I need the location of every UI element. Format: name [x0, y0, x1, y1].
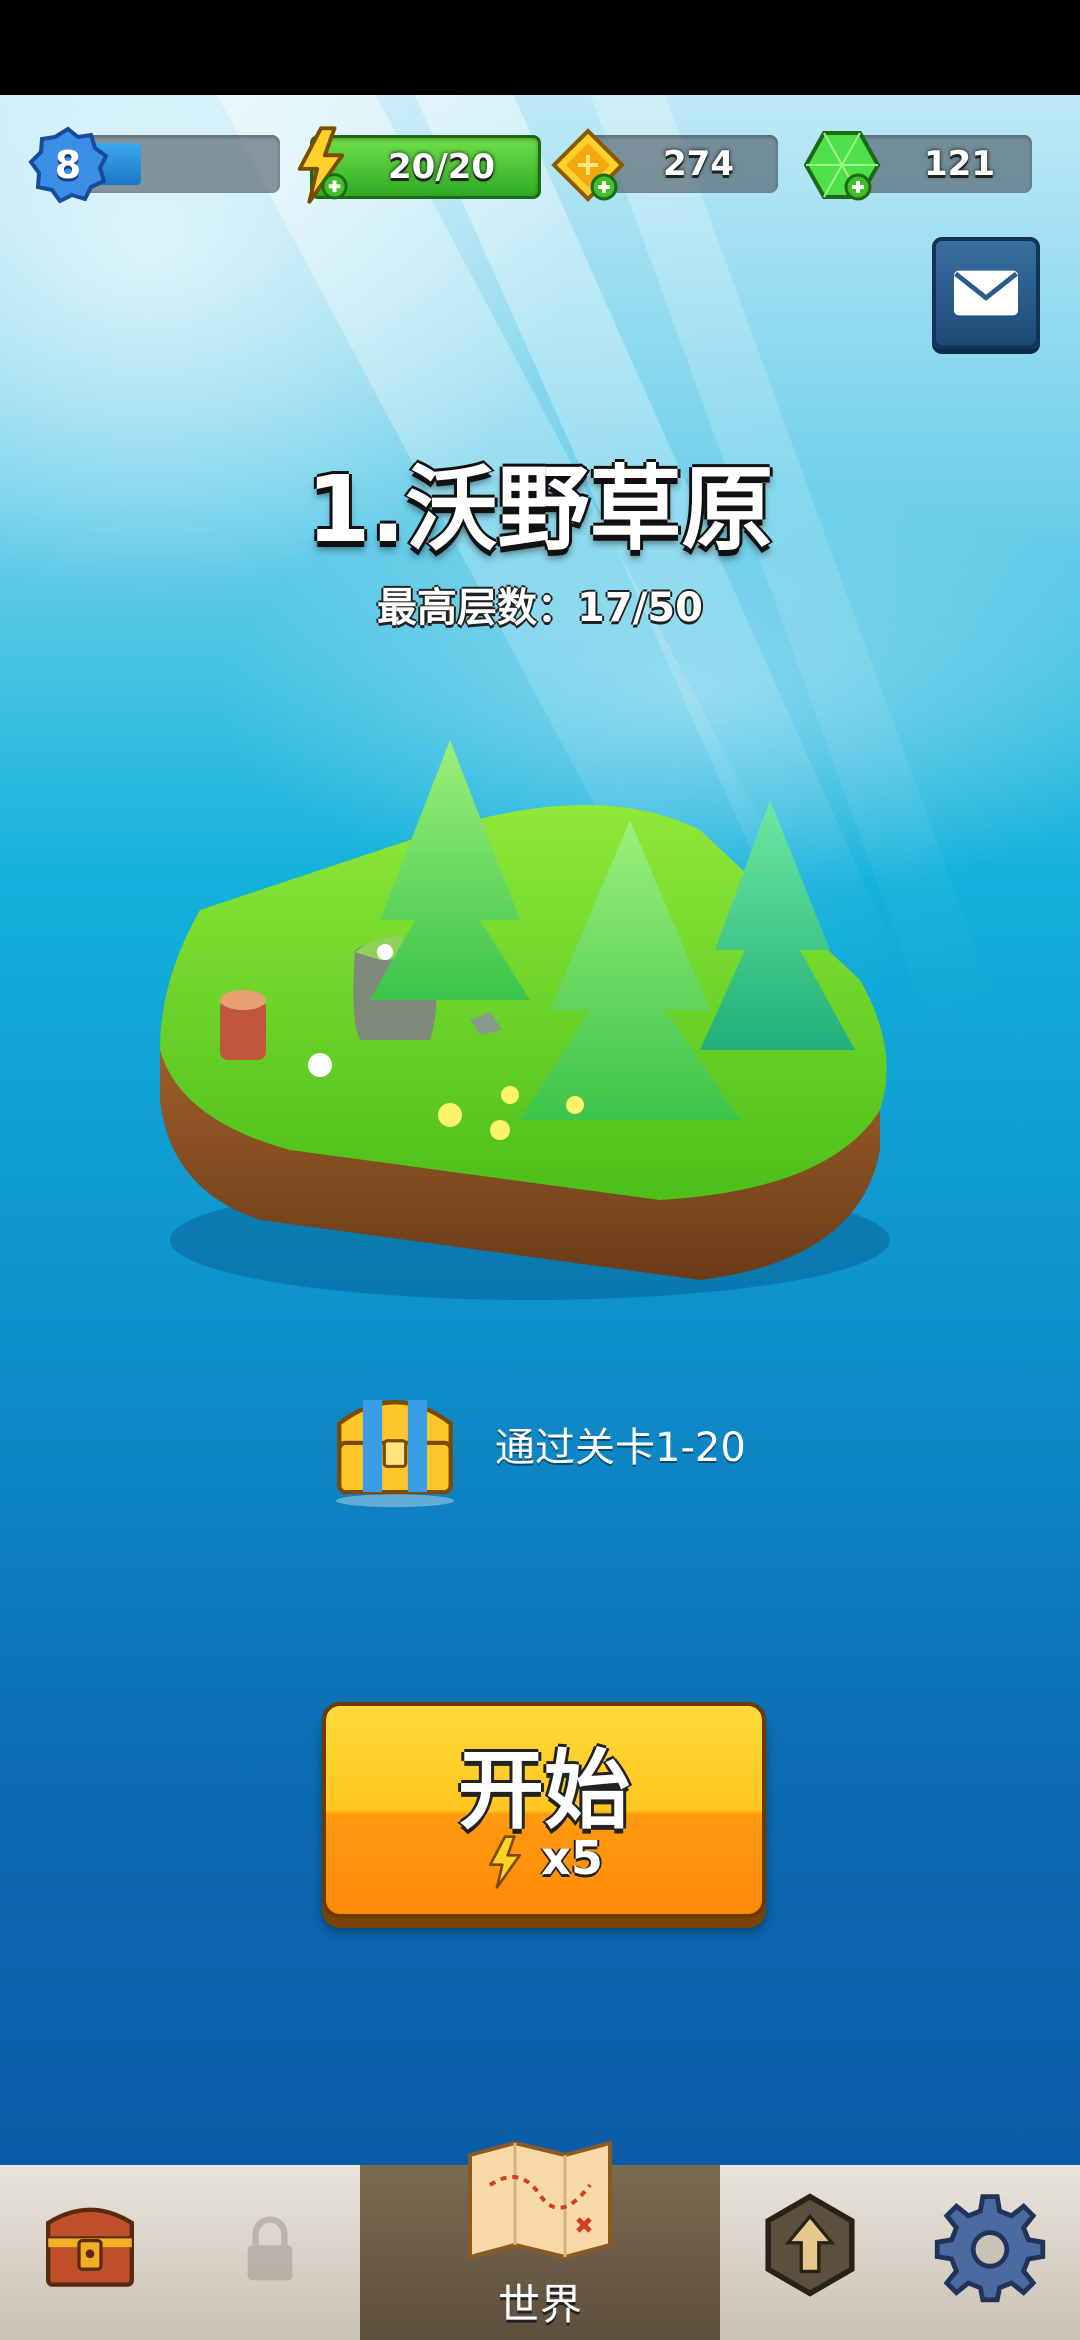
tab-world-label: 世界 [497, 2280, 582, 2329]
coin-icon [551, 128, 625, 202]
tab-upgrade[interactable] [720, 2165, 903, 2340]
lightning-icon [489, 1834, 522, 1889]
tab-locked[interactable] [180, 2165, 363, 2340]
tab-world[interactable]: 世界 [360, 2140, 723, 2340]
start-cost-value: x5 [541, 1831, 603, 1885]
game-screen: 8 20/20 274 121 1.沃野草原 最高层数：17/50 通过关卡1-… [0, 95, 1080, 2340]
stage-record: 最高层数：17/50 [377, 585, 703, 631]
tab-chests[interactable] [0, 2165, 183, 2340]
upgrade-arrow-icon [765, 2193, 855, 2297]
bottom-nav: 世界 [0, 2140, 1080, 2340]
lock-icon [247, 2216, 293, 2281]
top-hud: 8 20/20 274 121 [0, 125, 1080, 205]
lightning-icon [297, 126, 348, 204]
start-cost: x5 [326, 1831, 762, 1889]
start-label: 开始 [458, 1741, 630, 1841]
tab-settings[interactable] [900, 2165, 1080, 2340]
treasure-chest-icon [336, 1400, 454, 1508]
envelope-icon [954, 270, 1018, 316]
stage-reward[interactable]: 通过关卡1-20 [320, 1380, 820, 1520]
energy-value: 20/20 [388, 147, 496, 187]
gem-icon [803, 131, 881, 201]
coin-value: 274 [663, 144, 734, 184]
stage-title: 1.沃野草原 [306, 456, 774, 563]
start-button[interactable]: 开始 x5 [322, 1702, 766, 1918]
level-number: 8 [54, 143, 82, 187]
island-illustration[interactable] [140, 720, 920, 1320]
reward-condition: 通过关卡1-20 [495, 1425, 746, 1471]
gear-icon [934, 2194, 1046, 2303]
gem-value: 121 [924, 144, 995, 184]
mail-button[interactable] [932, 237, 1040, 349]
map-icon [468, 2140, 612, 2260]
chest-icon [45, 2207, 134, 2287]
